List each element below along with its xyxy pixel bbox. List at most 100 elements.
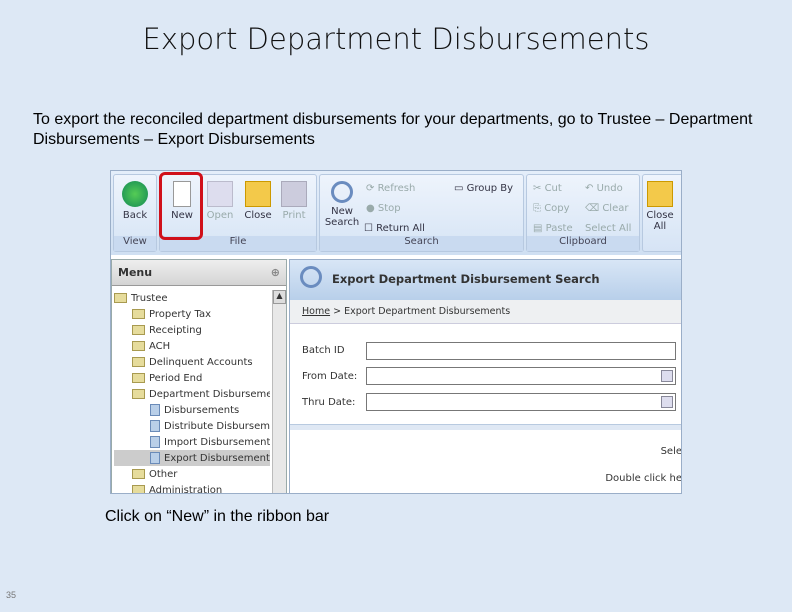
- print-label: Print: [282, 210, 306, 221]
- copy-button[interactable]: ⎘ Copy: [533, 203, 570, 214]
- menu-panel: Menu ⊕ Trustee Property Tax Receipting ACH De…: [111, 259, 287, 494]
- close-folder-icon: [245, 181, 271, 207]
- batch-id-label: Batch ID: [302, 345, 345, 356]
- divider: [290, 424, 681, 430]
- close-button[interactable]: Close: [240, 181, 276, 221]
- back-button[interactable]: Back: [117, 181, 153, 221]
- pin-icon[interactable]: ⊕: [271, 266, 280, 279]
- refresh-button[interactable]: ⟳ Refresh: [366, 183, 415, 194]
- group-label-clipboard: Clipboard: [527, 236, 639, 251]
- folder-icon: [132, 485, 145, 493]
- cut-button[interactable]: ✂ Cut: [533, 183, 562, 194]
- paste-button[interactable]: ▤ Paste: [533, 223, 573, 234]
- new-search-label: New Search: [324, 206, 360, 228]
- breadcrumb: Home > Export Department Disbursements: [290, 300, 681, 324]
- menu-item-label: Property Tax: [149, 308, 211, 320]
- caption: Click on “New” in the ribbon bar: [105, 508, 330, 525]
- clear-label: Clear: [602, 203, 629, 214]
- app-screenshot: Back View New Open Close Print File New …: [110, 170, 682, 494]
- intro-text: To export the reconciled department disb…: [33, 111, 753, 148]
- menu-item-label: Disbursements: [164, 404, 240, 416]
- document-icon: [150, 420, 160, 432]
- menu-header: Menu ⊕: [112, 260, 286, 286]
- slide-title: Export Department Disbursements: [142, 22, 650, 56]
- thru-date-input[interactable]: [366, 393, 676, 411]
- group-by-button[interactable]: ▭ Group By: [454, 183, 513, 194]
- new-search-button[interactable]: New Search: [322, 181, 362, 228]
- clear-button[interactable]: ⌫ Clear: [585, 203, 628, 214]
- hint-text-2: Double click he: [605, 473, 682, 484]
- panel-header: Export Department Disbursement Search: [290, 260, 681, 300]
- menu-item[interactable]: Period End: [114, 370, 270, 386]
- return-all-checkbox[interactable]: ☐ Return All: [364, 223, 425, 234]
- menu-item-label: Delinquent Accounts: [149, 356, 253, 368]
- document-icon: [150, 452, 160, 464]
- group-close-all: Close All: [642, 174, 681, 252]
- menu-item[interactable]: Receipting: [114, 322, 270, 338]
- select-all-button[interactable]: Select All: [585, 223, 631, 234]
- open-folder-icon: [207, 181, 233, 207]
- stop-label: Stop: [377, 203, 401, 214]
- magnifier-icon: [331, 181, 353, 203]
- open-button[interactable]: Open: [202, 181, 238, 221]
- close-label: Close: [244, 210, 272, 221]
- menu-item-label: Other: [149, 468, 178, 480]
- open-label: Open: [206, 210, 234, 221]
- menu-tree: Trustee Property Tax Receipting ACH Delinque…: [114, 290, 270, 494]
- back-arrow-icon: [122, 181, 148, 207]
- return-all-label: Return All: [376, 223, 425, 234]
- search-panel: Export Department Disbursement Search Ho…: [289, 259, 682, 493]
- from-date-input[interactable]: [366, 367, 676, 385]
- menu-item[interactable]: Delinquent Accounts: [114, 354, 270, 370]
- menu-item-label: Department Disbursements: [149, 388, 270, 400]
- menu-item[interactable]: Disbursements: [114, 402, 270, 418]
- refresh-label: Refresh: [377, 183, 416, 194]
- menu-item[interactable]: Distribute Disbursements: [114, 418, 270, 434]
- menu-item-label: Import Disbursements: [164, 436, 270, 448]
- folder-icon: [132, 469, 145, 479]
- select-all-label: Select All: [585, 223, 632, 234]
- magnifier-icon: [300, 266, 322, 288]
- menu-item[interactable]: Export Disbursements: [114, 450, 270, 466]
- group-search: New Search ⟳ Refresh ● Stop ☐ Return All…: [319, 174, 524, 252]
- batch-id-input[interactable]: [366, 342, 676, 360]
- menu-item[interactable]: Administration: [114, 482, 270, 494]
- ribbon: Back View New Open Close Print File New …: [111, 171, 681, 255]
- menu-item[interactable]: Department Disbursements: [114, 386, 270, 402]
- printer-icon: [281, 181, 307, 207]
- folder-icon: [132, 341, 145, 351]
- breadcrumb-home-link[interactable]: Home: [302, 306, 330, 317]
- menu-item-label: Trustee: [131, 292, 168, 304]
- group-view: Back View: [113, 174, 157, 252]
- calendar-icon[interactable]: [661, 370, 673, 382]
- copy-label: Copy: [544, 203, 570, 214]
- stop-button[interactable]: ● Stop: [366, 203, 401, 214]
- menu-item[interactable]: Property Tax: [114, 306, 270, 322]
- menu-item[interactable]: Trustee: [114, 290, 270, 306]
- menu-scrollbar[interactable]: ▲: [272, 290, 286, 493]
- back-label: Back: [122, 210, 148, 221]
- group-label-search: Search: [320, 236, 523, 251]
- menu-item[interactable]: Import Disbursements: [114, 434, 270, 450]
- calendar-icon[interactable]: [661, 396, 673, 408]
- folder-icon: [132, 357, 145, 367]
- document-icon: [150, 404, 160, 416]
- menu-item-label: Administration: [149, 484, 223, 494]
- hint-text: Sele: [660, 446, 682, 457]
- group-by-label: Group By: [466, 183, 514, 194]
- panel-title: Export Department Disbursement Search: [332, 272, 600, 286]
- page-number: 35: [6, 590, 17, 600]
- print-button[interactable]: Print: [276, 181, 312, 221]
- folder-icon: [132, 325, 145, 335]
- folder-icon: [132, 373, 145, 383]
- group-label-view: View: [114, 236, 156, 251]
- close-all-button[interactable]: Close All: [645, 181, 675, 232]
- scroll-up-icon[interactable]: ▲: [273, 290, 286, 304]
- menu-item[interactable]: ACH: [114, 338, 270, 354]
- menu-item[interactable]: Other: [114, 466, 270, 482]
- menu-item-label: Distribute Disbursements: [164, 420, 270, 432]
- undo-label: Undo: [596, 183, 623, 194]
- paste-label: Paste: [545, 223, 573, 234]
- menu-item-label: Receipting: [149, 324, 202, 336]
- undo-button[interactable]: ↶ Undo: [585, 183, 623, 194]
